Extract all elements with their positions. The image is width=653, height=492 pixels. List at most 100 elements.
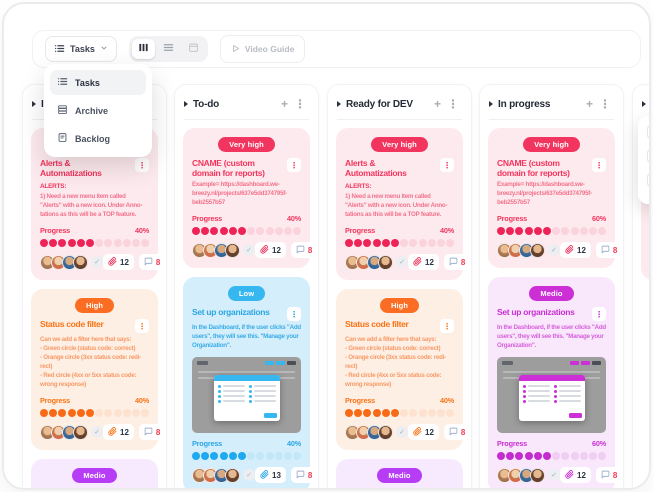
progress-dots [192,227,301,235]
column-menu-button[interactable]: ⋮ [596,98,614,110]
assign-check-icon[interactable]: ✓ [243,244,255,256]
list-view-button[interactable] [157,39,180,59]
links-counter[interactable]: 12 [560,242,591,258]
card-body-text: In the Dashboard, if the user clicks "Ad… [192,324,301,351]
progress-dot-empty [446,409,454,417]
menu-item-backlog[interactable]: Backlog [50,126,146,151]
collapse-caret-icon[interactable] [642,101,646,107]
links-counter[interactable]: 12 [103,254,134,270]
comments-counter[interactable]: 8 [291,467,317,483]
avatar[interactable] [650,255,651,270]
card-menu-button[interactable]: ⋮ [287,158,301,172]
avatar[interactable] [73,255,88,270]
card-menu-button[interactable]: ⋮ [135,319,149,333]
card-menu-button[interactable]: ⋮ [592,307,606,321]
menu-item-tasks[interactable]: Tasks [50,70,146,95]
card-footer: ✓128 [192,242,301,258]
video-guide-button[interactable]: Video Guide [220,35,305,63]
column-menu-button[interactable]: ⋮ [444,98,462,110]
links-counter[interactable]: 13 [255,467,286,483]
add-card-button[interactable]: + [583,98,596,110]
menu-item-archive[interactable]: Archive [50,98,146,123]
column-divider [337,119,462,120]
add-card-button[interactable]: + [278,98,291,110]
progress-dot-filled [391,409,399,417]
assign-check-icon[interactable]: ✓ [548,244,560,256]
calendar-view-button[interactable] [182,39,205,59]
screenshot-modal-line [223,400,245,402]
card-menu-button[interactable]: ⋮ [592,158,606,172]
avatar[interactable] [530,468,545,483]
links-counter[interactable]: 12 [408,254,439,270]
avatar[interactable] [225,468,240,483]
assign-check-icon[interactable]: ✓ [548,469,560,481]
comment-icon [144,257,153,268]
progress-dot-filled [238,227,246,235]
links-counter[interactable]: 12 [103,424,134,440]
popup-item-icon[interactable] [647,149,651,163]
progress-value: 40% [440,226,454,235]
comments-counter[interactable]: 8 [291,242,317,258]
assign-check-icon[interactable]: ✓ [396,256,408,268]
comments-counter[interactable]: 8 [596,242,622,258]
task-card-alerts[interactable]: Very highAlerts & Automatizations⋮ALERTS… [336,128,463,280]
collapse-caret-icon[interactable] [32,101,36,107]
paperclip-icon [565,470,574,481]
task-card-status_filter[interactable]: HighStatus code filter⋮Can we add a filt… [31,289,158,450]
progress-dot-empty [598,227,606,235]
task-card-status_filter[interactable]: HighStatus code filter⋮Can we add a filt… [336,289,463,450]
task-card-setup_org_medio[interactable]: MedioSet up organizations⋮In the Dashboa… [488,277,615,490]
task-card-custom_sub[interactable]: MedioCustom subscription (new pricing pa… [31,459,158,490]
task-card-custom_sub[interactable]: MedioCustom subscription (new pricing pa… [336,459,463,490]
assign-check-icon[interactable]: ✓ [396,426,408,438]
avatar[interactable] [73,425,88,440]
collapse-caret-icon[interactable] [337,101,341,107]
links-counter[interactable]: 12 [408,424,439,440]
assign-check-icon[interactable]: ✓ [91,426,103,438]
columns-view-button[interactable] [132,39,155,59]
comments-counter[interactable]: 8 [139,424,165,440]
comments-counter[interactable]: 8 [444,424,470,440]
assign-check-icon[interactable]: ✓ [243,469,255,481]
avatar[interactable] [225,243,240,258]
assign-check-icon[interactable]: ✓ [91,256,103,268]
progress-dots [192,452,301,460]
card-menu-button[interactable]: ⋮ [440,158,454,172]
comments-counter[interactable]: 8 [444,254,470,270]
comments-counter[interactable]: 8 [139,254,165,270]
progress-dot-empty [275,452,283,460]
avatar[interactable] [530,243,545,258]
links-counter[interactable]: 12 [255,242,286,258]
screenshot-modal-row [554,399,581,403]
progress-label: Progress [345,396,375,405]
card-title-row: Alerts & Automatizations⋮ [650,158,651,178]
card-menu-button[interactable]: ⋮ [440,489,454,490]
progress-value: 40% [287,214,301,223]
tasks-dropdown-menu: Tasks Archive Backlog [44,64,152,157]
card-menu-button[interactable]: ⋮ [135,489,149,490]
progress-dot-filled [650,239,651,247]
progress-dot-filled [238,452,246,460]
links-counter[interactable]: 12 [560,467,591,483]
popup-item-icon[interactable] [647,125,651,139]
popup-item-icon[interactable] [647,173,651,187]
avatar[interactable] [378,425,393,440]
card-menu-button[interactable]: ⋮ [287,307,301,321]
collapse-caret-icon[interactable] [489,101,493,107]
card-menu-button[interactable]: ⋮ [440,319,454,333]
comments-counter[interactable]: 8 [596,467,622,483]
avatar[interactable] [378,255,393,270]
card-menu-button[interactable]: ⋮ [135,158,149,172]
card-title-row: Custom subscription (new pricing page) ⋮ [40,489,149,490]
card-title: Set up organizations [497,307,588,317]
tasks-dropdown-button[interactable]: Tasks [45,36,117,62]
card-title: Custom subscription (new pricing page) [40,489,131,490]
task-card-cname_progress[interactable]: Very highCNAME (custom domain for report… [488,128,615,268]
column-menu-button[interactable]: ⋮ [291,98,309,110]
card-title: Set up organizations [192,307,283,317]
task-card-setup_org_low[interactable]: LowSet up organizations⋮In the Dashboard… [183,277,310,490]
task-card-cname[interactable]: Very highCNAME (custom domain for report… [183,128,310,268]
add-card-button[interactable]: + [431,98,444,110]
collapse-caret-icon[interactable] [184,101,188,107]
progress-dot-empty [114,409,122,417]
